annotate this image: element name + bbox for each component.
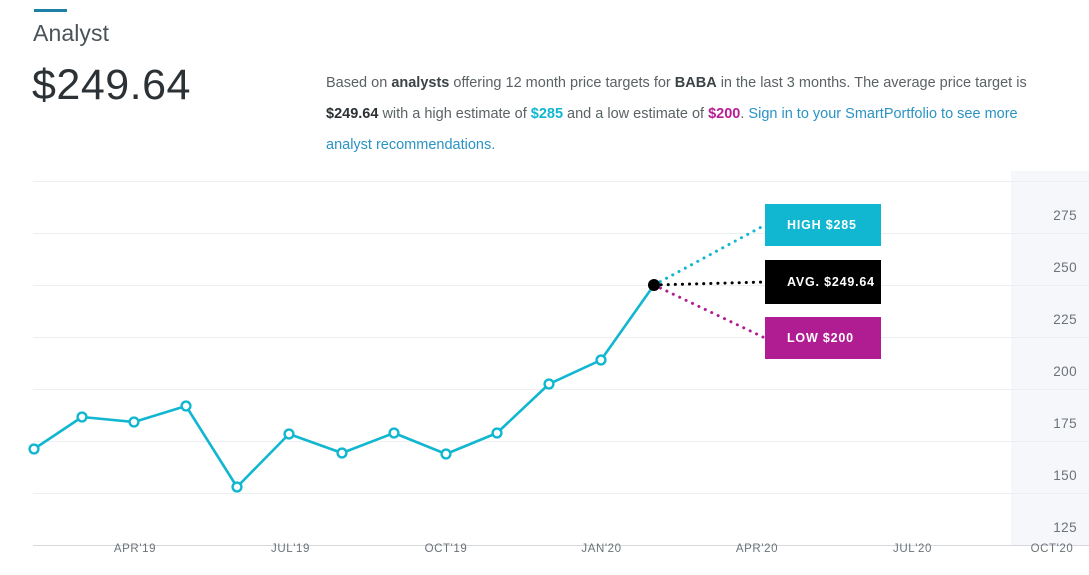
callout-avg-label: AVG. $249.64 [787, 275, 875, 289]
callout-low-label: LOW $200 [787, 331, 854, 345]
y-axis-tick-label: 275 [1053, 208, 1077, 223]
x-axis-tick-label: JUL'20 [892, 543, 933, 555]
analyst-price-target-chart: 275 250 225 200 175 150 125 APR'19 JUL'19 OCT'19… [0, 0, 1089, 575]
callout-average-estimate[interactable]: AVG. $249.64 [765, 260, 881, 304]
data-point-marker[interactable] [180, 400, 192, 412]
data-point-marker[interactable] [595, 354, 607, 366]
data-point-marker[interactable] [543, 378, 555, 390]
data-point-marker[interactable] [283, 428, 295, 440]
y-axis-tick-label: 150 [1053, 468, 1077, 483]
callout-low-estimate[interactable]: LOW $200 [765, 317, 881, 359]
x-axis-tick-label: JAN'20 [581, 543, 622, 555]
projection-line [652, 223, 767, 287]
data-point-marker[interactable] [440, 448, 452, 460]
callout-high-estimate[interactable]: HIGH $285 [765, 204, 881, 246]
y-axis-tick-label: 250 [1053, 260, 1077, 275]
x-axis-tick-label: JUL'19 [270, 543, 311, 555]
x-axis-tick-label: OCT'20 [1030, 543, 1074, 555]
data-point-marker[interactable] [128, 416, 140, 428]
chart-plot-area [28, 223, 767, 493]
y-axis-tick-label: 200 [1053, 364, 1077, 379]
x-axis-tick-label: OCT'19 [424, 543, 468, 555]
current-price-marker[interactable] [648, 279, 660, 291]
x-axis-tick-label: APR'20 [735, 543, 779, 555]
data-point-marker[interactable] [76, 411, 88, 423]
data-point-marker[interactable] [336, 447, 348, 459]
data-point-marker[interactable] [231, 481, 243, 493]
data-point-marker[interactable] [28, 443, 40, 455]
y-axis-tick-label: 225 [1053, 312, 1077, 327]
data-point-marker[interactable] [388, 427, 400, 439]
projection-line [652, 283, 767, 340]
projection-line [652, 280, 767, 287]
data-point-marker[interactable] [491, 427, 503, 439]
x-axis-tick-label: APR'19 [113, 543, 157, 555]
y-axis-tick-label: 125 [1053, 520, 1077, 535]
y-axis-tick-label: 175 [1053, 416, 1077, 431]
callout-high-label: HIGH $285 [787, 218, 857, 232]
